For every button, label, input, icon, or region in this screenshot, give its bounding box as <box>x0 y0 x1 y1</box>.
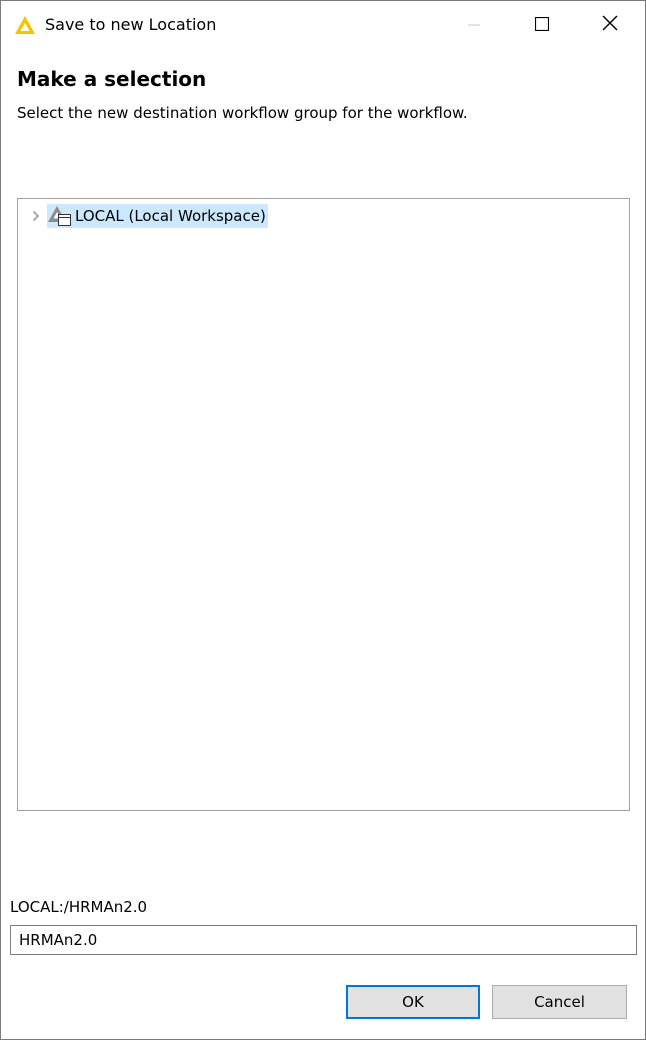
window-title: Save to new Location <box>45 15 217 34</box>
minimize-icon <box>468 16 480 35</box>
minimize-button[interactable] <box>441 1 507 49</box>
workflow-group-tree[interactable]: LOCAL (Local Workspace) <box>17 198 630 811</box>
page-title: Make a selection <box>17 67 207 91</box>
title-bar[interactable]: Save to new Location <box>1 1 645 49</box>
save-to-new-location-dialog: Save to new Location Make a selection Se… <box>0 0 646 1040</box>
close-button[interactable] <box>577 1 643 49</box>
destination-path-label: LOCAL:/HRMAn2.0 <box>10 898 148 916</box>
tree-row[interactable]: LOCAL (Local Workspace) <box>28 204 268 228</box>
ok-button[interactable]: OK <box>346 985 480 1019</box>
tree-item-local-workspace[interactable]: LOCAL (Local Workspace) <box>47 204 268 228</box>
cancel-button[interactable]: Cancel <box>492 985 627 1019</box>
page-description: Select the new destination workflow grou… <box>17 104 468 122</box>
maximize-button[interactable] <box>509 1 575 49</box>
chevron-right-icon[interactable] <box>28 204 44 228</box>
close-icon <box>602 15 618 35</box>
knime-app-icon <box>14 15 36 35</box>
maximize-icon <box>534 16 550 35</box>
tree-item-label: LOCAL (Local Workspace) <box>75 207 266 225</box>
local-workspace-icon <box>47 205 73 227</box>
workflow-name-input[interactable] <box>10 925 637 955</box>
